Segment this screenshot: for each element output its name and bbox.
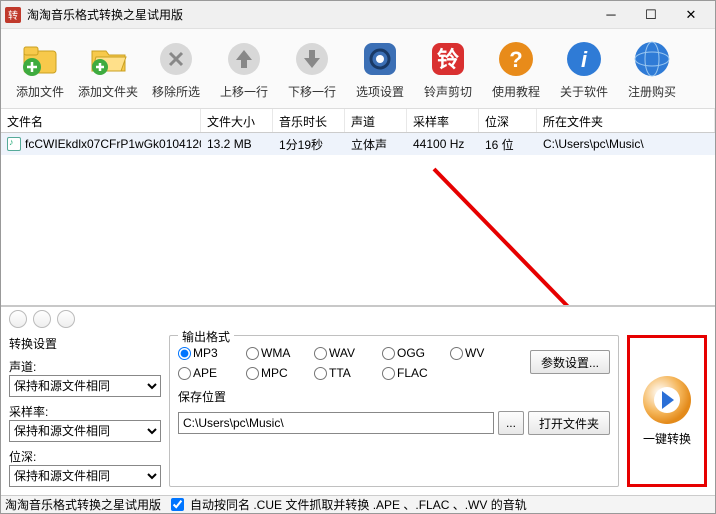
lower-panel: 转换设置 声道: 保持和源文件相同 采样率: 保持和源文件相同 位深: 保持和源… xyxy=(1,305,715,495)
convert-settings: 转换设置 声道: 保持和源文件相同 采样率: 保持和源文件相同 位深: 保持和源… xyxy=(9,335,161,487)
move-up-button[interactable]: 上移一行 xyxy=(213,37,275,100)
ringtone-cut-button[interactable]: 铃 铃声剪切 xyxy=(417,37,479,100)
window-title: 淘淘音乐格式转换之星试用版 xyxy=(27,6,591,23)
table-row[interactable]: fcCWIEkdlx07CFrP1wGk01041200... 13.2 MB … xyxy=(1,133,715,155)
th-channels[interactable]: 声道 xyxy=(345,109,407,132)
convert-label: 一键转换 xyxy=(643,430,691,447)
format-option-tta[interactable]: TTA xyxy=(314,366,378,380)
output-format-group: 输出格式 参数设置... MP3WMAWAVOGGWV APEMPCTTAFLA… xyxy=(169,335,619,487)
cue-auto-label: 自动按同名 .CUE 文件抓取并转换 .APE 、.FLAC 、.WV 的音轨 xyxy=(190,496,527,513)
toolbar-label: 移除所选 xyxy=(145,83,207,100)
th-folder[interactable]: 所在文件夹 xyxy=(537,109,715,132)
options-button[interactable]: 选项设置 xyxy=(349,37,411,100)
tutorial-button[interactable]: ? 使用教程 xyxy=(485,37,547,100)
status-app-name: 淘淘音乐格式转换之星试用版 xyxy=(5,496,161,513)
browse-button[interactable]: ... xyxy=(498,411,524,435)
statusbar: 淘淘音乐格式转换之星试用版 自动按同名 .CUE 文件抓取并转换 .APE 、.… xyxy=(1,495,715,513)
toolbar-label: 注册购买 xyxy=(621,83,683,100)
cue-auto-checkbox[interactable] xyxy=(171,498,184,511)
arrow-up-icon xyxy=(222,37,266,81)
toolbar-label: 关于软件 xyxy=(553,83,615,100)
save-location-label: 保存位置 xyxy=(178,388,610,405)
format-option-flac[interactable]: FLAC xyxy=(382,366,446,380)
add-folder-button[interactable]: 添加文件夹 xyxy=(77,37,139,100)
channels-label: 声道: xyxy=(9,358,161,375)
maximize-button[interactable]: ☐ xyxy=(631,1,671,29)
cell-channels: 立体声 xyxy=(345,134,407,155)
main-toolbar: 添加文件 添加文件夹 移除所选 上移一行 下移一行 选项设置 铃 铃声剪切 ? … xyxy=(1,29,715,109)
add-file-button[interactable]: 添加文件 xyxy=(9,37,71,100)
remove-selected-button[interactable]: 移除所选 xyxy=(145,37,207,100)
cell-bitdepth: 16 位 xyxy=(479,134,537,155)
format-option-mp3[interactable]: MP3 xyxy=(178,346,242,360)
audio-file-icon xyxy=(7,137,21,151)
param-settings-button[interactable]: 参数设置... xyxy=(530,350,610,374)
register-button[interactable]: 注册购买 xyxy=(621,37,683,100)
remove-icon xyxy=(154,37,198,81)
open-folder-button[interactable]: 打开文件夹 xyxy=(528,411,610,435)
bitdepth-select[interactable]: 保持和源文件相同 xyxy=(9,465,161,487)
format-option-wv[interactable]: WV xyxy=(450,346,514,360)
toolbar-label: 铃声剪切 xyxy=(417,83,479,100)
cell-name: fcCWIEkdlx07CFrP1wGk01041200... xyxy=(25,137,201,151)
folder-open-add-icon xyxy=(86,37,130,81)
format-option-ogg[interactable]: OGG xyxy=(382,346,446,360)
info-icon: i xyxy=(562,37,606,81)
cell-duration: 1分19秒 xyxy=(273,134,345,155)
titlebar: 转 淘淘音乐格式转换之星试用版 ─ ☐ ✕ xyxy=(1,1,715,29)
th-duration[interactable]: 音乐时长 xyxy=(273,109,345,132)
gear-icon xyxy=(358,37,402,81)
th-bitdepth[interactable]: 位深 xyxy=(479,109,537,132)
th-samplerate[interactable]: 采样率 xyxy=(407,109,479,132)
format-option-wma[interactable]: WMA xyxy=(246,346,310,360)
channels-select[interactable]: 保持和源文件相同 xyxy=(9,375,161,397)
th-size[interactable]: 文件大小 xyxy=(201,109,273,132)
toolbar-label: 下移一行 xyxy=(281,83,343,100)
toolbar-label: 选项设置 xyxy=(349,83,411,100)
player-pause-button[interactable] xyxy=(33,310,51,328)
close-button[interactable]: ✕ xyxy=(671,1,711,29)
player-controls xyxy=(1,307,715,331)
toolbar-label: 使用教程 xyxy=(485,83,547,100)
convert-icon xyxy=(643,376,691,424)
svg-text:铃: 铃 xyxy=(437,47,459,72)
one-click-convert-button[interactable]: 一键转换 xyxy=(627,335,707,487)
th-name[interactable]: 文件名 xyxy=(1,109,201,132)
cell-samplerate: 44100 Hz xyxy=(407,135,479,153)
format-legend: 输出格式 xyxy=(178,328,234,345)
toolbar-label: 添加文件夹 xyxy=(77,83,139,100)
format-option-mpc[interactable]: MPC xyxy=(246,366,310,380)
cell-size: 13.2 MB xyxy=(201,135,273,153)
toolbar-label: 上移一行 xyxy=(213,83,275,100)
about-button[interactable]: i 关于软件 xyxy=(553,37,615,100)
player-play-button[interactable] xyxy=(9,310,27,328)
arrow-down-icon xyxy=(290,37,334,81)
settings-title: 转换设置 xyxy=(9,335,161,352)
svg-text:?: ? xyxy=(509,47,522,72)
app-icon: 转 xyxy=(5,7,21,23)
svg-text:i: i xyxy=(581,47,588,72)
folder-add-icon xyxy=(18,37,62,81)
help-icon: ? xyxy=(494,37,538,81)
toolbar-label: 添加文件 xyxy=(9,83,71,100)
table-header: 文件名 文件大小 音乐时长 声道 采样率 位深 所在文件夹 xyxy=(1,109,715,133)
move-down-button[interactable]: 下移一行 xyxy=(281,37,343,100)
ringtone-icon: 铃 xyxy=(426,37,470,81)
minimize-button[interactable]: ─ xyxy=(591,1,631,29)
samplerate-select[interactable]: 保持和源文件相同 xyxy=(9,420,161,442)
format-option-wav[interactable]: WAV xyxy=(314,346,378,360)
cell-folder: C:\Users\pc\Music\ xyxy=(537,135,715,153)
save-path-input[interactable] xyxy=(178,412,494,434)
samplerate-label: 采样率: xyxy=(9,403,161,420)
bitdepth-label: 位深: xyxy=(9,448,161,465)
format-option-ape[interactable]: APE xyxy=(178,366,242,380)
player-stop-button[interactable] xyxy=(57,310,75,328)
globe-icon xyxy=(630,37,674,81)
